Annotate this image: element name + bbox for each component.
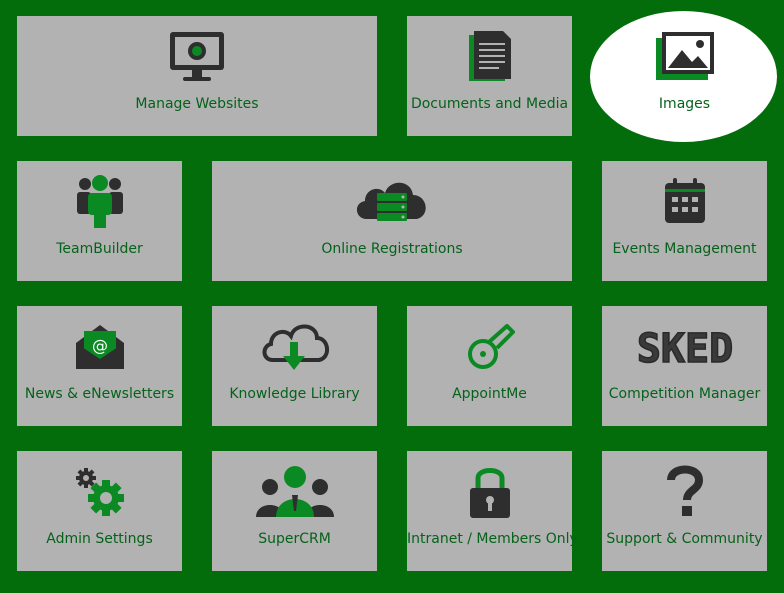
- gears-icon: [72, 463, 128, 521]
- tile-label: SuperCRM: [258, 531, 331, 547]
- tile-support-community[interactable]: Support & Community: [602, 451, 767, 571]
- tile-online-registrations[interactable]: Online Registrations: [212, 161, 572, 281]
- whistle-icon: [463, 318, 517, 376]
- tile-label: Manage Websites: [135, 96, 259, 112]
- sked-logo-icon: SKED: [622, 318, 748, 376]
- tile-label: Events Management: [612, 241, 757, 257]
- tile-intranet-members-only[interactable]: Intranet / Members Only: [407, 451, 578, 571]
- monitor-icon: [168, 28, 226, 86]
- email-envelope-icon: @: [72, 318, 128, 376]
- question-mark-icon: [665, 463, 705, 521]
- tile-label: AppointMe: [452, 386, 527, 402]
- sked-logo-text: SKED: [636, 326, 732, 372]
- tile-label: Admin Settings: [46, 531, 153, 547]
- tile-supercrm[interactable]: SuperCRM: [212, 451, 377, 571]
- tile-appointme[interactable]: AppointMe: [407, 306, 572, 426]
- lock-icon: [468, 463, 512, 521]
- team-icon: [75, 173, 125, 231]
- tile-label: Documents and Media: [410, 96, 569, 112]
- document-icon: [465, 28, 515, 86]
- tile-competition-manager[interactable]: SKED Competition Manager: [602, 306, 767, 426]
- calendar-icon: [663, 173, 707, 231]
- tile-news-enewsletters[interactable]: @ News & eNewsletters: [17, 306, 182, 426]
- tile-label: Intranet / Members Only: [407, 531, 578, 547]
- image-icon: [654, 28, 716, 86]
- tile-label: Online Registrations: [321, 241, 463, 257]
- tile-manage-websites[interactable]: Manage Websites: [17, 16, 377, 136]
- cloud-server-icon: [353, 173, 431, 231]
- tile-label: News & eNewsletters: [24, 386, 175, 402]
- tile-label: TeamBuilder: [56, 241, 143, 257]
- tile-label: Support & Community: [606, 531, 763, 547]
- tile-admin-settings[interactable]: Admin Settings: [17, 451, 182, 571]
- tile-knowledge-library[interactable]: Knowledge Library: [212, 306, 377, 426]
- tile-events-management[interactable]: Events Management: [602, 161, 767, 281]
- tile-documents-and-media[interactable]: Documents and Media: [407, 16, 572, 136]
- tile-label: Images: [658, 96, 711, 112]
- svg-text:@: @: [92, 336, 108, 355]
- tile-images[interactable]: Images: [602, 16, 767, 136]
- people-group-icon: [255, 463, 334, 521]
- tile-label: Knowledge Library: [229, 386, 360, 402]
- tile-label: Competition Manager: [608, 386, 761, 402]
- tile-teambuilder[interactable]: TeamBuilder: [17, 161, 182, 281]
- cloud-download-icon: [259, 318, 331, 376]
